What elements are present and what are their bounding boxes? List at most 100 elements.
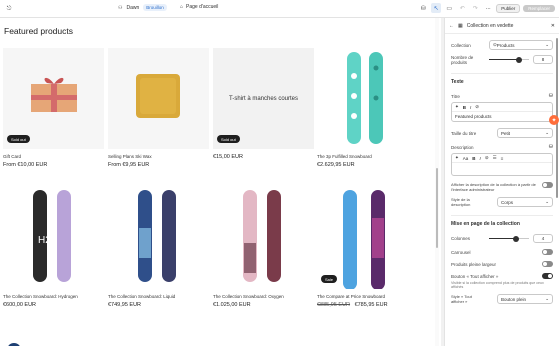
chevron-icon: ⌄: [545, 42, 549, 47]
full-width-toggle[interactable]: [542, 261, 553, 267]
redo-icon[interactable]: ↷: [470, 3, 480, 13]
chevron-icon: ⌄: [545, 199, 549, 204]
description-label: Description: [451, 144, 474, 150]
layout-section-heading: Mise en page de la collection: [451, 221, 520, 227]
bold-icon[interactable]: B: [472, 156, 475, 161]
collection-label: Collection: [451, 42, 471, 48]
count-input[interactable]: 8: [533, 55, 553, 64]
link-icon[interactable]: ⊘: [485, 155, 489, 161]
italic-icon[interactable]: I: [480, 156, 481, 161]
italic-icon[interactable]: I: [470, 105, 471, 110]
preview-scrollbar[interactable]: [435, 18, 439, 346]
ai-icon[interactable]: ✦: [455, 104, 459, 110]
product-card[interactable]: Sale The Compare at Price Snowboard €885…: [317, 188, 418, 308]
description-editor[interactable]: ✦ Aa B I ⊘ ☰ ≡: [451, 153, 553, 176]
product-card[interactable]: T-shirt à manches courtes Sold out €15,0…: [213, 48, 314, 160]
database-icon[interactable]: ⛁: [418, 3, 428, 13]
product-price: From €9,95 EUR: [108, 162, 150, 168]
more-button[interactable]: ...: [483, 3, 493, 13]
product-price: €749,95 EUR: [108, 302, 142, 308]
home-icon: ⌂: [180, 4, 184, 10]
ai-assistant-icon[interactable]: ✦: [549, 115, 559, 125]
chevron-icon: ⌄: [545, 296, 549, 301]
product-title: Selling Plans Ski Wax: [108, 154, 152, 159]
show-description-label: Afficher la description de la collection…: [451, 182, 536, 192]
product-title: The 3p Fulfilled Snowboard: [317, 154, 372, 159]
count-slider[interactable]: [489, 56, 529, 64]
product-title: The Collection Snowboard: Oxygen: [213, 294, 284, 299]
desktop-view-icon[interactable]: ▭: [444, 3, 454, 13]
panel-title: Collection en vedette: [466, 22, 514, 29]
snowboard-icon: [138, 190, 176, 282]
columns-input[interactable]: 4: [533, 234, 553, 243]
product-price: €1.025,00 EUR: [213, 302, 251, 308]
sale-badge: Sale: [321, 275, 338, 283]
sold-out-badge: Sold out: [217, 135, 240, 143]
wax-block-icon: [136, 74, 180, 118]
title-size-value: Petit: [501, 130, 511, 136]
text-style-dropdown[interactable]: Aa: [463, 156, 469, 161]
page-selector[interactable]: ⌂ Page d'accueil: [180, 4, 218, 10]
carousel-toggle[interactable]: [542, 249, 553, 255]
title-text[interactable]: Featured products: [452, 112, 552, 121]
product-image: [108, 48, 209, 149]
svg-text:H2: H2: [38, 235, 51, 246]
gift-box-icon: [31, 77, 77, 112]
page-selector-label: Page d'accueil: [186, 4, 219, 10]
replace-button[interactable]: Remplacer: [523, 4, 555, 12]
close-icon[interactable]: ✕: [551, 23, 555, 29]
title-size-select[interactable]: Petit ⌄: [497, 128, 553, 138]
settings-panel: ← ▦ Collection en vedette ✕ Collection ⊙…: [444, 18, 559, 346]
section-grid-icon: ▦: [458, 22, 463, 29]
list-icon[interactable]: ☰: [493, 155, 497, 161]
columns-label: Colonnes: [451, 236, 471, 241]
title-size-label: Taille du titre: [451, 130, 477, 136]
product-card[interactable]: Selling Plans Ski Wax From €9,95 EUR: [108, 48, 209, 168]
snowboard-icon: [243, 190, 281, 282]
title-editor[interactable]: ✦ B I ⊘ Featured products: [451, 102, 553, 122]
title-label: Titre: [451, 93, 460, 99]
product-image: [213, 188, 314, 289]
link-icon[interactable]: ⊘: [475, 104, 479, 110]
description-style-select[interactable]: Corps ⌄: [497, 197, 553, 207]
count-label: Nombre de produits: [451, 55, 474, 65]
snowboard-icon: [343, 190, 385, 289]
product-card[interactable]: Sold out Gift Card From €10,00 EUR: [3, 48, 104, 168]
product-card[interactable]: H2 The Collection Snowboard: Hydrogen €6…: [3, 188, 104, 308]
product-title: The Collection Snowboard: Hydrogen: [3, 294, 78, 299]
description-style-label: Style de la description: [451, 197, 471, 207]
columns-slider[interactable]: [489, 235, 529, 243]
top-bar: ⎋ ⚇ Dawn Brouillon ⌂ Page d'accueil ⛁ ↖ …: [0, 0, 559, 18]
inspector-icon[interactable]: ↖: [431, 3, 442, 13]
back-icon[interactable]: ←: [449, 23, 454, 29]
full-width-label: Produits pleine largeur: [451, 261, 497, 267]
collection-select[interactable]: ⊙ Products ⌄: [489, 40, 553, 50]
database-icon[interactable]: ⛁: [549, 93, 553, 99]
bold-icon[interactable]: B: [463, 105, 466, 110]
show-description-toggle[interactable]: [542, 182, 553, 188]
product-card[interactable]: The Collection Snowboard: Liquid €749,95…: [108, 188, 209, 308]
product-price: €600,00 EUR: [3, 302, 37, 308]
product-card[interactable]: The 3p Fulfilled Snowboard €2.629,95 EUR: [317, 48, 418, 168]
view-all-help: Visible si la collection comprend plus d…: [451, 281, 544, 289]
product-card[interactable]: The Collection Snowboard: Oxygen €1.025,…: [213, 188, 314, 308]
product-price: €885,95 EUR €785,95 EUR: [317, 302, 418, 308]
snowboard-icon: H2: [33, 190, 71, 282]
exit-icon[interactable]: ⎋: [4, 4, 14, 14]
publish-button[interactable]: Publier: [496, 3, 521, 13]
view-all-style-select[interactable]: Bouton plein ⌄: [497, 294, 553, 304]
ai-icon[interactable]: ✦: [455, 155, 459, 161]
database-icon[interactable]: ⛁: [549, 144, 553, 150]
product-price: €2.629,95 EUR: [317, 162, 355, 168]
align-icon[interactable]: ≡: [501, 156, 504, 161]
view-all-toggle[interactable]: [542, 273, 553, 279]
description-text[interactable]: [452, 163, 552, 175]
theme-indicator[interactable]: ⚇ Dawn Brouillon: [118, 4, 167, 11]
theme-name: Dawn: [126, 4, 140, 11]
product-title: The Collection Snowboard: Liquid: [108, 294, 176, 299]
text-section-heading: Texte: [451, 79, 464, 85]
product-price: €15,00 EUR: [213, 154, 243, 160]
undo-icon[interactable]: ↶: [457, 3, 467, 13]
product-image: [108, 188, 209, 289]
section-title: Featured products: [4, 26, 73, 36]
